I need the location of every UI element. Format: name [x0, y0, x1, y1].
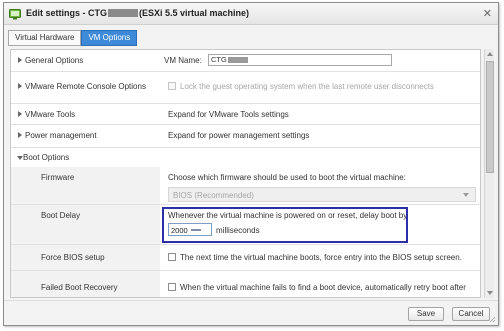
remote-console-label: VMware Remote Console Options [25, 82, 146, 91]
row-label[interactable]: Power management [11, 125, 160, 147]
vm-name-label: VM Name: [164, 56, 202, 65]
row-boot-options: Boot Options [11, 148, 480, 167]
title-suffix: (ESXi 5.5 virtual machine) [139, 8, 250, 18]
dialog-title: Edit settings - CTG (ESXi 5.5 virtual mac… [26, 8, 249, 18]
power-management-label: Power management [25, 131, 97, 140]
firmware-select[interactable]: BIOS (Recommended) [168, 187, 476, 202]
scroll-down-icon[interactable] [486, 289, 494, 297]
general-options-label: General Options [25, 56, 84, 65]
lock-guest-checkbox[interactable] [168, 82, 176, 90]
redacted-name [108, 9, 138, 17]
power-management-text: Expand for power management settings [168, 131, 310, 140]
cancel-button[interactable]: Cancel [452, 307, 490, 321]
edit-settings-dialog: Edit settings - CTG (ESXi 5.5 virtual mac… [3, 2, 499, 326]
force-bios-checkbox[interactable] [168, 253, 176, 261]
chevron-down-icon [463, 193, 469, 197]
tab-bar: Virtual Hardware VM Options [8, 30, 138, 46]
tab-vm-options[interactable]: VM Options [81, 30, 138, 46]
save-button[interactable]: Save [408, 307, 444, 321]
failed-boot-label: Failed Boot Recovery [41, 283, 118, 292]
row-label[interactable]: VMware Tools [11, 104, 160, 124]
title-prefix: Edit settings - CTG [26, 8, 107, 18]
expand-arrow-icon[interactable] [18, 83, 22, 89]
force-bios-label: Force BIOS setup [41, 253, 105, 262]
scrollbar-thumb[interactable] [486, 61, 494, 173]
expand-arrow-icon[interactable] [18, 111, 22, 117]
lock-guest-text: Lock the guest operating system when the… [180, 82, 434, 91]
row-power-management: Power management Expand for power manage… [11, 125, 480, 148]
row-firmware: Firmware Choose which firmware should be… [11, 167, 480, 205]
row-general-options: General Options VM Name: CTG [11, 50, 480, 72]
footer-divider [4, 300, 498, 301]
row-label[interactable]: General Options [11, 50, 160, 71]
boot-delay-highlight [162, 207, 408, 243]
resize-grip-icon[interactable] [488, 315, 496, 323]
row-vmware-tools: VMware Tools Expand for VMware Tools set… [11, 104, 480, 125]
row-remote-console: VMware Remote Console Options Lock the g… [11, 72, 480, 104]
firmware-label: Firmware [41, 173, 75, 182]
force-bios-text: The next time the virtual machine boots,… [180, 253, 462, 262]
options-panel: General Options VM Name: CTG VMware Remo… [10, 49, 481, 298]
vm-icon [9, 9, 21, 20]
vmware-tools-label: VMware Tools [25, 110, 76, 119]
vm-name-input[interactable]: CTG [208, 54, 392, 66]
row-label[interactable]: VMware Remote Console Options [11, 72, 160, 103]
boot-options-label: Boot Options [23, 153, 70, 162]
firmware-select-value: BIOS (Recommended) [173, 191, 254, 200]
vmware-tools-text: Expand for VMware Tools settings [168, 110, 289, 119]
row-label[interactable]: Boot Options [11, 148, 160, 167]
vertical-scrollbar[interactable] [484, 49, 494, 298]
expand-arrow-icon[interactable] [18, 132, 22, 138]
firmware-text: Choose which firmware should be used to … [168, 173, 406, 182]
failed-boot-checkbox[interactable] [168, 283, 176, 291]
tab-virtual-hardware[interactable]: Virtual Hardware [8, 30, 82, 46]
vm-name-value: CTG [211, 55, 227, 64]
title-bar[interactable]: Edit settings - CTG (ESXi 5.5 virtual mac… [4, 3, 498, 25]
scroll-up-icon[interactable] [486, 50, 494, 58]
row-failed-boot: Failed Boot Recovery When the virtual ma… [11, 271, 480, 297]
row-force-bios: Force BIOS setup The next time the virtu… [11, 245, 480, 271]
redacted-vm-name [227, 57, 248, 63]
failed-boot-text: When the virtual machine fails to find a… [180, 283, 466, 292]
close-icon[interactable]: ✕ [483, 7, 492, 20]
expand-arrow-icon[interactable] [18, 57, 22, 63]
boot-delay-label: Boot Delay [41, 211, 81, 220]
